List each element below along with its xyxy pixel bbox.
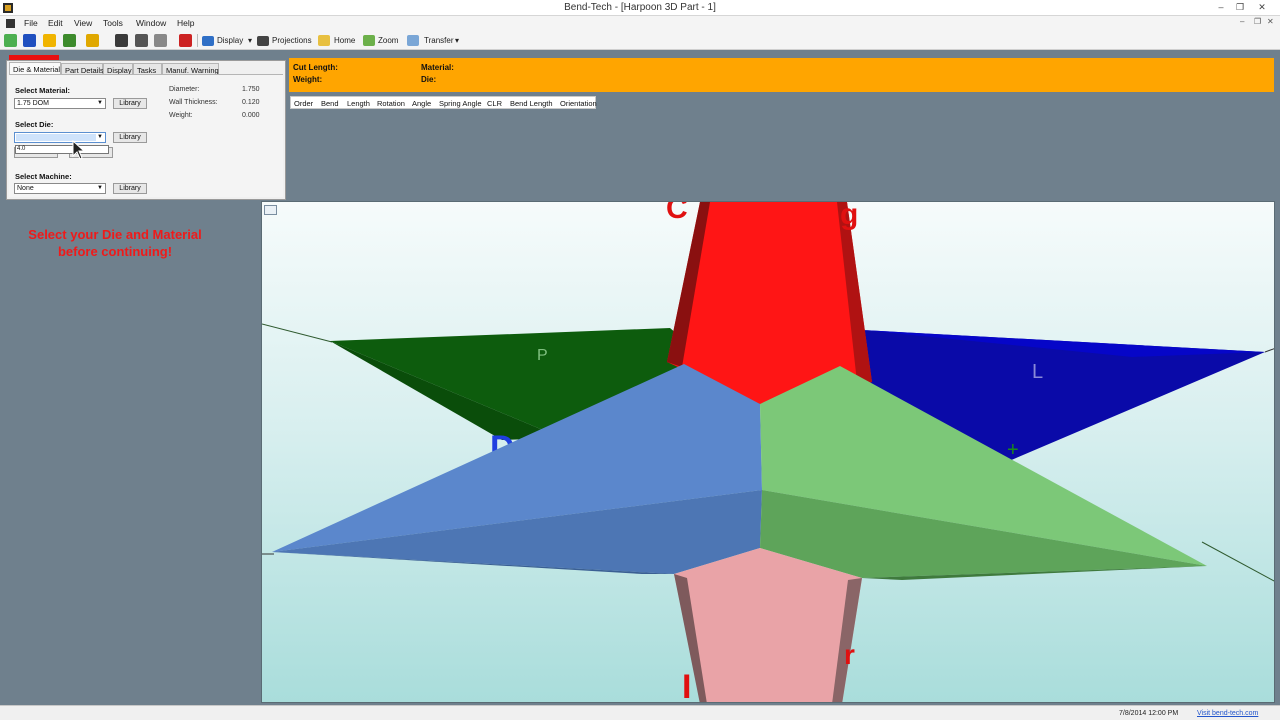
- column-bend-length[interactable]: Bend Length: [510, 99, 553, 108]
- diameter-value: 1.750: [242, 86, 260, 93]
- toolbar-separator: [197, 34, 198, 47]
- close-icon[interactable]: ✕: [1252, 0, 1272, 15]
- transfer-icon[interactable]: [407, 35, 419, 46]
- zoom-button[interactable]: Zoom: [378, 36, 398, 45]
- tab-body: Select Material: 1.75 DOM ▼ Library Sele…: [9, 74, 283, 197]
- material-library-button[interactable]: Library: [113, 98, 147, 109]
- menu-view[interactable]: View: [74, 18, 92, 28]
- status-datetime: 7/8/2014 12:00 PM: [1119, 710, 1179, 717]
- display-button[interactable]: Display: [217, 36, 243, 45]
- chevron-down-icon: ▼: [97, 134, 103, 140]
- die-option[interactable]: 4.0: [17, 146, 25, 152]
- weight-label: Weight:: [169, 112, 193, 119]
- chevron-down-icon: ▼: [97, 100, 103, 106]
- column-bend[interactable]: Bend: [321, 99, 339, 108]
- cut-length-label: Cut Length:: [293, 63, 338, 72]
- axis-marker-green: +: [1007, 439, 1019, 461]
- die-select[interactable]: ▼: [14, 132, 106, 143]
- toolbar: Display ▾ Projections Home Zoom Transfer…: [0, 31, 1280, 50]
- select-die-label: Select Die:: [15, 120, 54, 129]
- open-icon[interactable]: [23, 34, 36, 47]
- window-title: Bend-Tech - [Harpoon 3D Part - 1]: [564, 2, 716, 13]
- menu-tools[interactable]: Tools: [103, 18, 123, 28]
- print-preview-icon[interactable]: [154, 34, 167, 47]
- status-bar: 7/8/2014 12:00 PM Visit bend-tech.com: [0, 705, 1280, 720]
- column-clr[interactable]: CLR: [487, 99, 502, 108]
- wall-thickness-label: Wall Thickness:: [169, 99, 218, 106]
- warning-message: Select your Die and Material before cont…: [28, 227, 202, 259]
- 3d-viewport[interactable]: P L + D C g I r: [261, 201, 1275, 703]
- parts-icon[interactable]: [86, 34, 99, 47]
- wall-thickness-value: 0.120: [242, 99, 260, 106]
- material-select[interactable]: 1.75 DOM ▼: [14, 98, 106, 109]
- axis-line-left: [262, 323, 333, 343]
- part-summary-bar: Cut Length: Weight: Material: Die:: [289, 58, 1274, 92]
- print-icon[interactable]: [135, 34, 148, 47]
- die-library-button[interactable]: Library: [113, 132, 147, 143]
- mdi-restore-icon[interactable]: ❐: [1254, 17, 1261, 26]
- die-dropdown-list[interactable]: 4.0: [15, 145, 109, 154]
- menu-edit[interactable]: Edit: [48, 18, 63, 28]
- machine-select[interactable]: None ▼: [14, 183, 106, 194]
- document-icon[interactable]: [6, 19, 15, 28]
- axis-label-red-bottom-right: r: [844, 639, 855, 670]
- die-material-panel: Die & Material Part Details Display Task…: [6, 55, 286, 200]
- column-angle[interactable]: Angle: [412, 99, 431, 108]
- material-select-value: 1.75 DOM: [17, 100, 49, 107]
- axis-label-red-top-left: C: [666, 202, 688, 225]
- menu-bar: File Edit View Tools Window Help – ❐ ✕: [0, 16, 1280, 31]
- diameter-label: Diameter:: [169, 86, 200, 93]
- column-rotation[interactable]: Rotation: [377, 99, 405, 108]
- machine-icon[interactable]: [63, 34, 76, 47]
- library-icon[interactable]: [43, 34, 56, 47]
- active-tab-marker: [9, 55, 59, 60]
- orientation-gizmo: P L + D C g I r: [262, 202, 1274, 703]
- transfer-dropdown-icon[interactable]: ▾: [455, 36, 459, 45]
- machine-library-button[interactable]: Library: [113, 183, 147, 194]
- projections-button[interactable]: Projections: [272, 36, 312, 45]
- axis-line-right-top: [1264, 348, 1274, 353]
- column-orientation[interactable]: Orientation: [560, 99, 597, 108]
- column-order[interactable]: Order: [294, 99, 313, 108]
- display-dropdown-icon[interactable]: ▾: [248, 36, 252, 45]
- select-material-label: Select Material:: [15, 86, 71, 95]
- menu-file[interactable]: File: [24, 18, 38, 28]
- menu-help[interactable]: Help: [177, 18, 194, 28]
- transfer-button[interactable]: Transfer: [424, 36, 454, 45]
- restore-icon[interactable]: ❐: [1230, 0, 1250, 15]
- mouse-cursor-icon: [72, 140, 86, 160]
- bend-table-header: Order Bend Length Rotation Angle Spring …: [290, 96, 597, 109]
- website-link[interactable]: Visit bend-tech.com: [1197, 710, 1258, 717]
- save-icon[interactable]: [115, 34, 128, 47]
- summary-material-label: Material:: [421, 63, 454, 72]
- mdi-close-icon[interactable]: ✕: [1267, 17, 1274, 26]
- axis-line-right: [1201, 541, 1274, 582]
- axis-label-red-top-right: g: [840, 202, 858, 231]
- camera-icon[interactable]: [257, 36, 269, 46]
- weight-value: 0.000: [242, 112, 260, 119]
- axis-label-red-bottom-left: I: [682, 668, 691, 703]
- axis-label-p: P: [537, 347, 548, 364]
- minimize-icon[interactable]: –: [1211, 0, 1231, 15]
- menu-window[interactable]: Window: [136, 18, 166, 28]
- home-icon[interactable]: [318, 35, 330, 46]
- column-length[interactable]: Length: [347, 99, 370, 108]
- zoom-icon[interactable]: [363, 35, 375, 46]
- tools-icon[interactable]: [179, 34, 192, 47]
- machine-select-value: None: [17, 185, 34, 192]
- new-part-icon[interactable]: [4, 34, 17, 47]
- chevron-down-icon: ▼: [97, 185, 103, 191]
- home-button[interactable]: Home: [334, 36, 355, 45]
- title-bar: Bend-Tech - [Harpoon 3D Part - 1] – ❐ ✕: [0, 0, 1280, 16]
- summary-weight-label: Weight:: [293, 75, 323, 84]
- column-spring-angle[interactable]: Spring Angle: [439, 99, 482, 108]
- summary-die-label: Die:: [421, 75, 437, 84]
- select-machine-label: Select Machine:: [15, 172, 72, 181]
- mdi-minimize-icon[interactable]: –: [1240, 17, 1244, 26]
- display-icon[interactable]: [202, 36, 214, 46]
- axis-label-l: L: [1032, 361, 1043, 383]
